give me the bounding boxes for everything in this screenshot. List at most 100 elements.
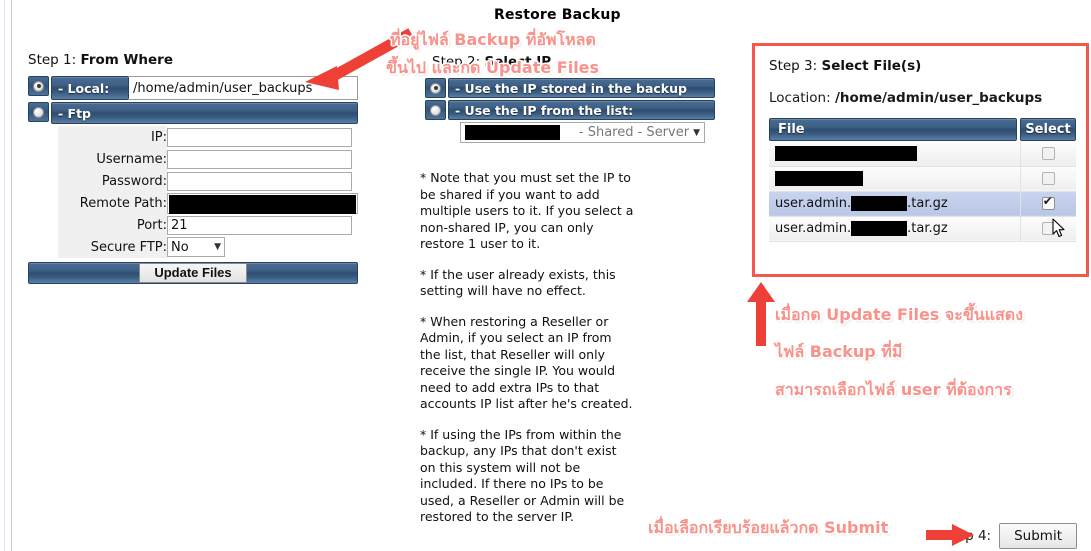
- file-name-prefix: user.admin.: [775, 221, 852, 236]
- secure-ftp-select[interactable]: No ▼: [167, 237, 225, 257]
- step1-heading-text: From Where: [80, 52, 173, 68]
- form-row-username: Username:: [58, 148, 358, 170]
- redacted-ip: [465, 125, 560, 140]
- annotation-backup-files: ไฟล์ Backup ที่มี: [775, 342, 903, 361]
- annotation-press-submit: เมื่อเลือกเรียบร้อยแล้วกด Submit: [648, 518, 889, 537]
- column-header-select: Select: [1020, 118, 1076, 141]
- password-label: Password:: [58, 170, 167, 192]
- local-label: - Local:: [58, 80, 110, 96]
- ftp-label-bar[interactable]: - Ftp: [51, 102, 358, 124]
- ip-from-list-row[interactable]: - Use the IP from the list:: [425, 100, 715, 120]
- note-item: * Note that you must set the IP to be sh…: [420, 170, 634, 251]
- update-files-button[interactable]: Update Files: [139, 263, 247, 283]
- file-header-label: File: [778, 122, 805, 137]
- step3-select-files-panel: Step 3: Select File(s) Location: /home/a…: [755, 46, 1086, 242]
- remote-path-label: Remote Path:: [58, 192, 167, 214]
- redacted-filename: [851, 221, 908, 236]
- annotation-after-update-files: เมื่อกด Update Files จะขึ้นแสดง: [775, 305, 1024, 324]
- step4-submit-area: Step 4: Submit: [943, 523, 1077, 549]
- page-title: Restore Backup: [494, 7, 621, 23]
- table-row[interactable]: [769, 141, 1076, 167]
- note-item: * When restoring a Reseller or Admin, if…: [420, 313, 633, 412]
- page-left-rail: [0, 0, 12, 551]
- annotation-choose-user-file: สามารถเลือกไฟล์ user ที่ต้องการ: [775, 380, 1012, 399]
- step3-heading-text: Select File(s): [821, 58, 922, 74]
- ip-list-radio[interactable]: [425, 100, 446, 120]
- remote-path-input[interactable]: [167, 192, 358, 214]
- chevron-down-icon: ▼: [693, 127, 700, 138]
- file-checkbox[interactable]: [1041, 194, 1055, 210]
- arrow-up-to-file-list-icon: [747, 282, 775, 346]
- form-row-secure-ftp: Secure FTP: No ▼: [58, 236, 358, 258]
- file-checkbox[interactable]: [1041, 172, 1055, 185]
- ip-backup-label: - Use the IP stored in the backup: [455, 80, 687, 96]
- secure-ftp-label: Secure FTP:: [58, 236, 167, 258]
- ip-list-label: - Use the IP from the list:: [455, 102, 634, 118]
- redacted-filename: [775, 171, 863, 186]
- step3-highlight-box: Step 3: Select File(s) Location: /home/a…: [752, 43, 1089, 277]
- radio-dot-icon: [33, 80, 44, 92]
- table-row[interactable]: user.admin. .tar.gz: [769, 216, 1076, 242]
- radio-dot-icon: [430, 104, 441, 116]
- ftp-radio[interactable]: [28, 102, 49, 122]
- step1-heading: Step 1: From Where: [28, 52, 358, 68]
- local-label-bar[interactable]: - Local:: [51, 76, 129, 100]
- ftp-source-row[interactable]: - Ftp: [28, 102, 358, 124]
- radio-dot-icon: [430, 82, 441, 94]
- file-select-cell[interactable]: [1019, 216, 1076, 242]
- form-row-remote-path: Remote Path:: [58, 192, 358, 214]
- file-table: File Select user.admin. .tar.gz ✔ user.a…: [769, 118, 1076, 242]
- file-name-cell: user.admin. .tar.gz: [769, 191, 1020, 217]
- local-radio[interactable]: [28, 76, 49, 96]
- file-select-cell[interactable]: [1019, 191, 1076, 217]
- ip-input[interactable]: [167, 127, 352, 147]
- ip-list-label-bar[interactable]: - Use the IP from the list:: [448, 100, 715, 120]
- ip-from-backup-row[interactable]: - Use the IP stored in the backup: [425, 78, 715, 98]
- port-input[interactable]: [167, 215, 352, 235]
- username-input[interactable]: [167, 149, 352, 169]
- file-checkbox[interactable]: [1041, 146, 1055, 160]
- local-source-row[interactable]: - Local:: [28, 76, 358, 100]
- step2-notes: * Note that you must set the IP to be sh…: [420, 170, 635, 540]
- chevron-down-icon: ▼: [214, 242, 221, 252]
- secure-ftp-value: No: [171, 239, 189, 255]
- file-name-cell: [769, 141, 1020, 167]
- note-item: * If the user already exists, this setti…: [420, 266, 616, 299]
- ftp-credentials-form: IP: Username: Password: Remote Path: Por…: [58, 126, 358, 258]
- form-row-password: Password:: [58, 170, 358, 192]
- location-value: /home/admin/user_backups: [834, 90, 1043, 106]
- note-item: * If using the IPs from within the backu…: [420, 426, 625, 525]
- column-header-file: File: [769, 118, 1020, 141]
- ip-label: IP:: [58, 126, 167, 148]
- annotation-press-update-files: ขึ้นไป และกด Update Files: [386, 58, 600, 77]
- form-row-ip: IP:: [58, 126, 358, 148]
- table-row[interactable]: [769, 166, 1076, 192]
- table-row[interactable]: user.admin. .tar.gz: [769, 191, 1076, 217]
- file-header-bar: File: [769, 118, 1017, 141]
- file-name-suffix: .tar.gz: [907, 196, 948, 211]
- redacted-value: [169, 194, 356, 214]
- select-header-bar: Select: [1020, 118, 1076, 141]
- ip-backup-radio[interactable]: [425, 78, 446, 98]
- redacted-filename: [851, 196, 908, 211]
- form-row-port: Port:: [58, 214, 358, 236]
- password-input[interactable]: [167, 171, 352, 191]
- file-select-cell[interactable]: [1019, 141, 1076, 167]
- ip-backup-label-bar[interactable]: - Use the IP stored in the backup: [448, 78, 715, 98]
- submit-button[interactable]: Submit: [999, 523, 1077, 549]
- step1-heading-prefix: Step 1:: [28, 52, 77, 68]
- file-name-cell: user.admin. .tar.gz: [769, 216, 1020, 242]
- annotation-upload-path: ที่อยู่ไฟล์ Backup ที่อัพโหลด: [390, 30, 596, 49]
- ip-list-select[interactable]: - Shared - Server ▼: [460, 122, 705, 143]
- file-select-cell[interactable]: [1019, 166, 1076, 192]
- ftp-label: - Ftp: [58, 105, 92, 121]
- step3-heading-prefix: Step 3:: [769, 58, 818, 74]
- file-checkbox[interactable]: [1041, 222, 1055, 235]
- location-line: Location: /home/admin/user_backups: [769, 90, 1072, 106]
- location-label: Location:: [769, 90, 831, 106]
- update-files-bar: Update Files: [28, 262, 358, 284]
- local-path-input[interactable]: [129, 76, 358, 100]
- step1-from-where-panel: Step 1: From Where - Local: - Ftp IP: Us…: [28, 52, 358, 284]
- file-name-suffix: .tar.gz: [907, 221, 948, 236]
- select-header-label: Select: [1025, 122, 1071, 137]
